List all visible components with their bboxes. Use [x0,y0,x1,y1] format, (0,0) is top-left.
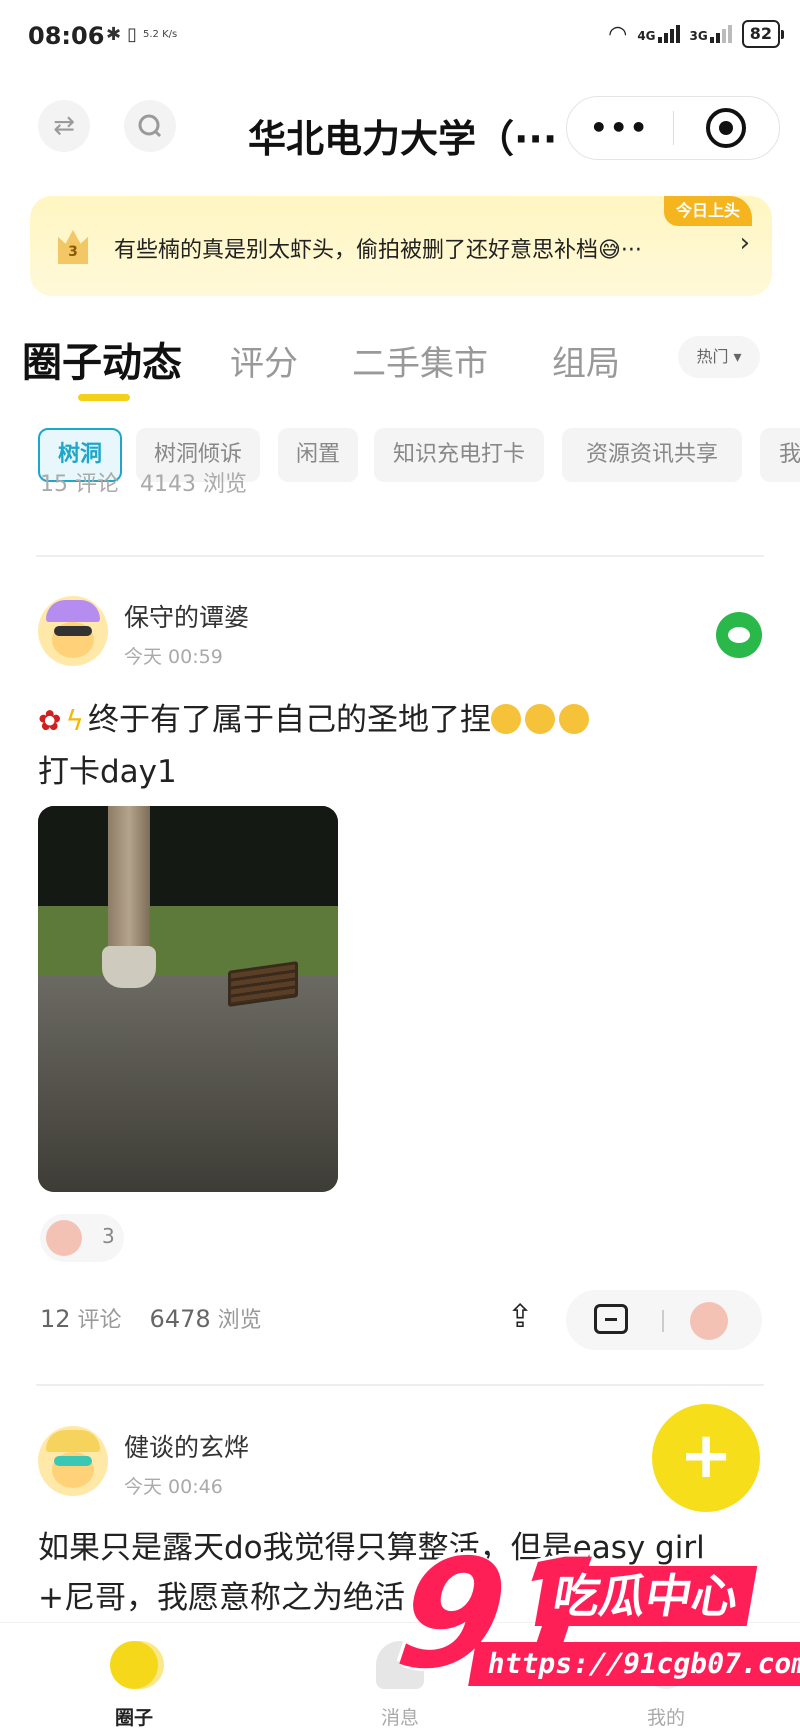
watermark-url: https://91cgb07.com [468,1642,800,1686]
post-text-line-1: ✿ ϟ 终于有了属于自己的圣地了捏 [38,696,593,745]
previous-post-footer: 15 评论 4143 浏览 [0,472,800,512]
status-bar: 08:06 ✱ ▯ 5.2 K/s ◠ 4G 3G 82 [0,0,800,78]
post-divider [36,555,764,557]
post-time: 今天 00:46 [124,1476,223,1498]
net-speed: 5.2 K/s [143,29,178,40]
hot-topic-banner[interactable]: 3 有些楠的真是别太虾头，偷拍被删了还好意思补档😅··· 今日上头 › [30,196,772,296]
target-icon [706,108,747,148]
nav-label: 消息 [380,1707,419,1729]
post-actions [566,1290,762,1350]
avatar[interactable] [38,1426,108,1496]
vibrate-icon: ▯ [127,24,137,45]
smile-emoji-icon [490,704,521,734]
wifi-icon: ◠ [608,21,628,47]
tab-second-hand[interactable]: 二手集市 [352,336,488,385]
tab-rating[interactable]: 评分 [230,336,298,385]
swap-button[interactable]: ⇄ [38,100,90,152]
today-hot-badge: 今日上头 [663,196,752,226]
nav-label: 我的 [646,1707,685,1729]
post-divider [36,1384,764,1386]
tab-meetup[interactable]: 组局 [552,336,620,385]
actions-divider [662,1310,664,1332]
sort-dropdown[interactable]: 热门 ▾ [678,336,760,378]
new-post-button[interactable]: + [652,1404,760,1512]
post-image[interactable] [38,806,338,1192]
crown-rank-icon: 3 [58,230,88,264]
search-button[interactable] [124,100,176,152]
more-button[interactable]: ••• [567,96,673,160]
reaction-count: 3 [102,1224,115,1248]
avatar[interactable] [38,596,108,666]
post-username[interactable]: 保守的谭婆 [124,598,249,634]
rose-emoji-icon: ✿ [38,704,62,737]
status-time: 08:06 [28,22,105,50]
nav-item-circle[interactable]: 圈子 [64,1623,204,1735]
smile-emoji-icon [558,704,589,734]
chevron-right-icon: › [739,228,750,258]
post-time: 今天 00:59 [124,646,223,668]
search-icon [138,114,162,138]
signal-3g: 3G [690,25,732,43]
like-emoji-icon [46,1220,82,1256]
post-stats: 12 评论 6478 浏览 [40,1305,262,1333]
main-tabs: 圈子动态 评分 二手集市 组局 热门 ▾ [0,326,800,406]
swap-icon: ⇄ [53,111,75,141]
bluetooth-icon: ✱ [106,24,122,45]
nav-label: 圈子 [114,1707,153,1729]
signal-4g: 4G [637,25,680,43]
active-tab-indicator [78,394,130,401]
prev-post-stats: 15 评论 4143 浏览 [40,472,247,497]
tab-circle-feed[interactable]: 圈子动态 [22,330,182,388]
share-upload-icon: ⇪ [506,1297,534,1335]
reaction-pill[interactable]: 3 [40,1214,124,1262]
share-button[interactable]: ⇪ [500,1296,540,1336]
battery-indicator: 82 [741,20,785,48]
banner-text: 有些楠的真是别太虾头，偷拍被删了还好意思补档😅··· [114,238,642,263]
watermark-title: 吃瓜中心 [534,1566,758,1626]
wechat-share-icon[interactable] [716,612,762,658]
circle-icon [110,1641,158,1689]
status-right-icons: ◠ 4G 3G 82 [608,20,785,48]
page-title: 华北电力大学（··· [248,117,558,161]
close-miniprogram-button[interactable] [674,108,780,148]
nav-bar: ⇄ 华北电力大学（··· ••• [0,78,800,182]
post-username[interactable]: 健谈的玄烨 [124,1428,249,1464]
post-text-line-2: 打卡day1 [38,754,177,790]
lightning-emoji-icon: ϟ [65,704,84,737]
like-icon[interactable] [690,1302,728,1340]
post-text-line-2: +尼哥，我愿意称之为绝活 [38,1580,405,1616]
miniprogram-capsule: ••• [566,96,780,160]
comment-icon[interactable] [594,1304,628,1334]
smile-emoji-icon [524,704,555,734]
status-left-icons: ✱ ▯ 5.2 K/s [106,24,177,45]
